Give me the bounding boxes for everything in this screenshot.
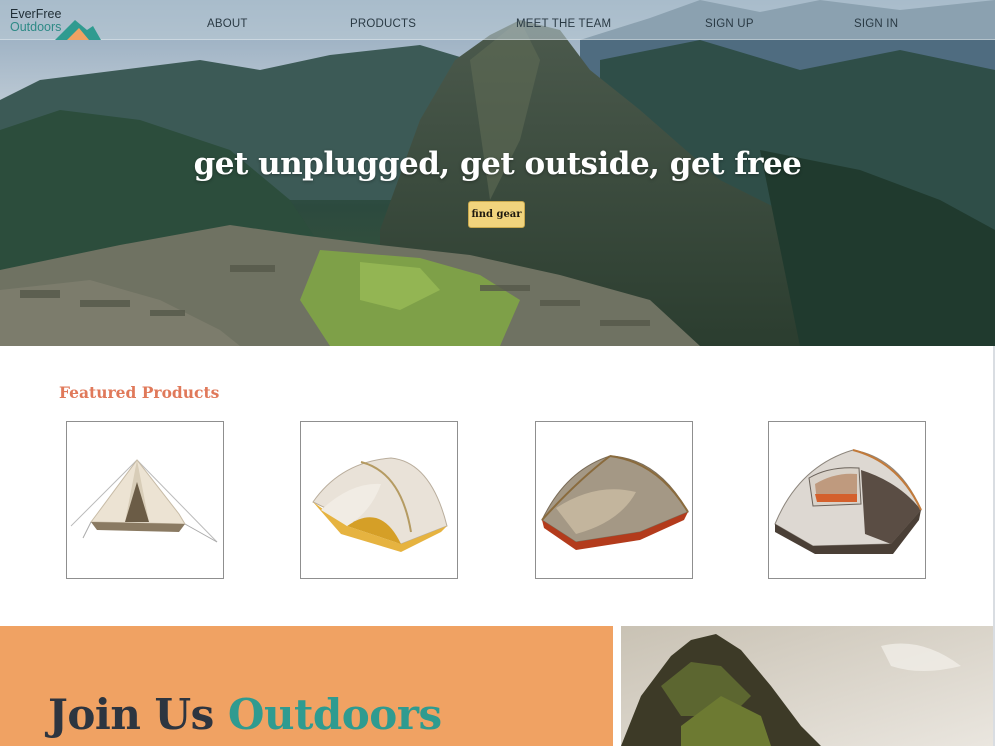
- mountain-peak-photo-icon: [621, 626, 995, 746]
- nav-link-sign-up[interactable]: SIGN UP: [705, 18, 754, 30]
- nav-link-sign-in[interactable]: SIGN IN: [854, 18, 898, 30]
- yellow-backpacking-tent-icon: [312, 457, 448, 552]
- hiking-peak-photo: [621, 626, 995, 746]
- join-us-section: Join Us Outdoors: [0, 626, 613, 746]
- bell-tent-icon: [70, 459, 218, 543]
- hero-banner: EverFree Outdoors ABOUT PRODUCTS MEET TH…: [0, 0, 995, 346]
- product-card-gray-dome-tent[interactable]: [768, 421, 926, 579]
- product-card-red-dome-tent[interactable]: [535, 421, 693, 579]
- find-gear-button[interactable]: find gear: [468, 201, 525, 228]
- everfree-logo[interactable]: EverFree Outdoors: [9, 8, 104, 40]
- mountain-logo-icon: [55, 20, 101, 40]
- top-navigation-bar: EverFree Outdoors ABOUT PRODUCTS MEET TH…: [0, 0, 995, 40]
- product-card-bell-tent[interactable]: [66, 421, 224, 579]
- product-card-yellow-tent[interactable]: [300, 421, 458, 579]
- hero-title: get unplugged, get outside, get free: [193, 146, 802, 182]
- nav-link-about[interactable]: ABOUT: [207, 18, 248, 30]
- section-divider: [613, 626, 621, 746]
- outdoors-text: Outdoors: [227, 690, 442, 739]
- gray-dome-tent-icon: [774, 449, 922, 554]
- join-us-text: Join Us: [48, 690, 214, 739]
- nav-link-meet-the-team[interactable]: MEET THE TEAM: [516, 18, 611, 30]
- nav-link-products[interactable]: PRODUCTS: [350, 18, 416, 30]
- featured-products-heading: Featured Products: [59, 383, 220, 402]
- red-dome-tent-icon: [541, 455, 689, 550]
- join-us-title: Join Us Outdoors: [48, 690, 442, 739]
